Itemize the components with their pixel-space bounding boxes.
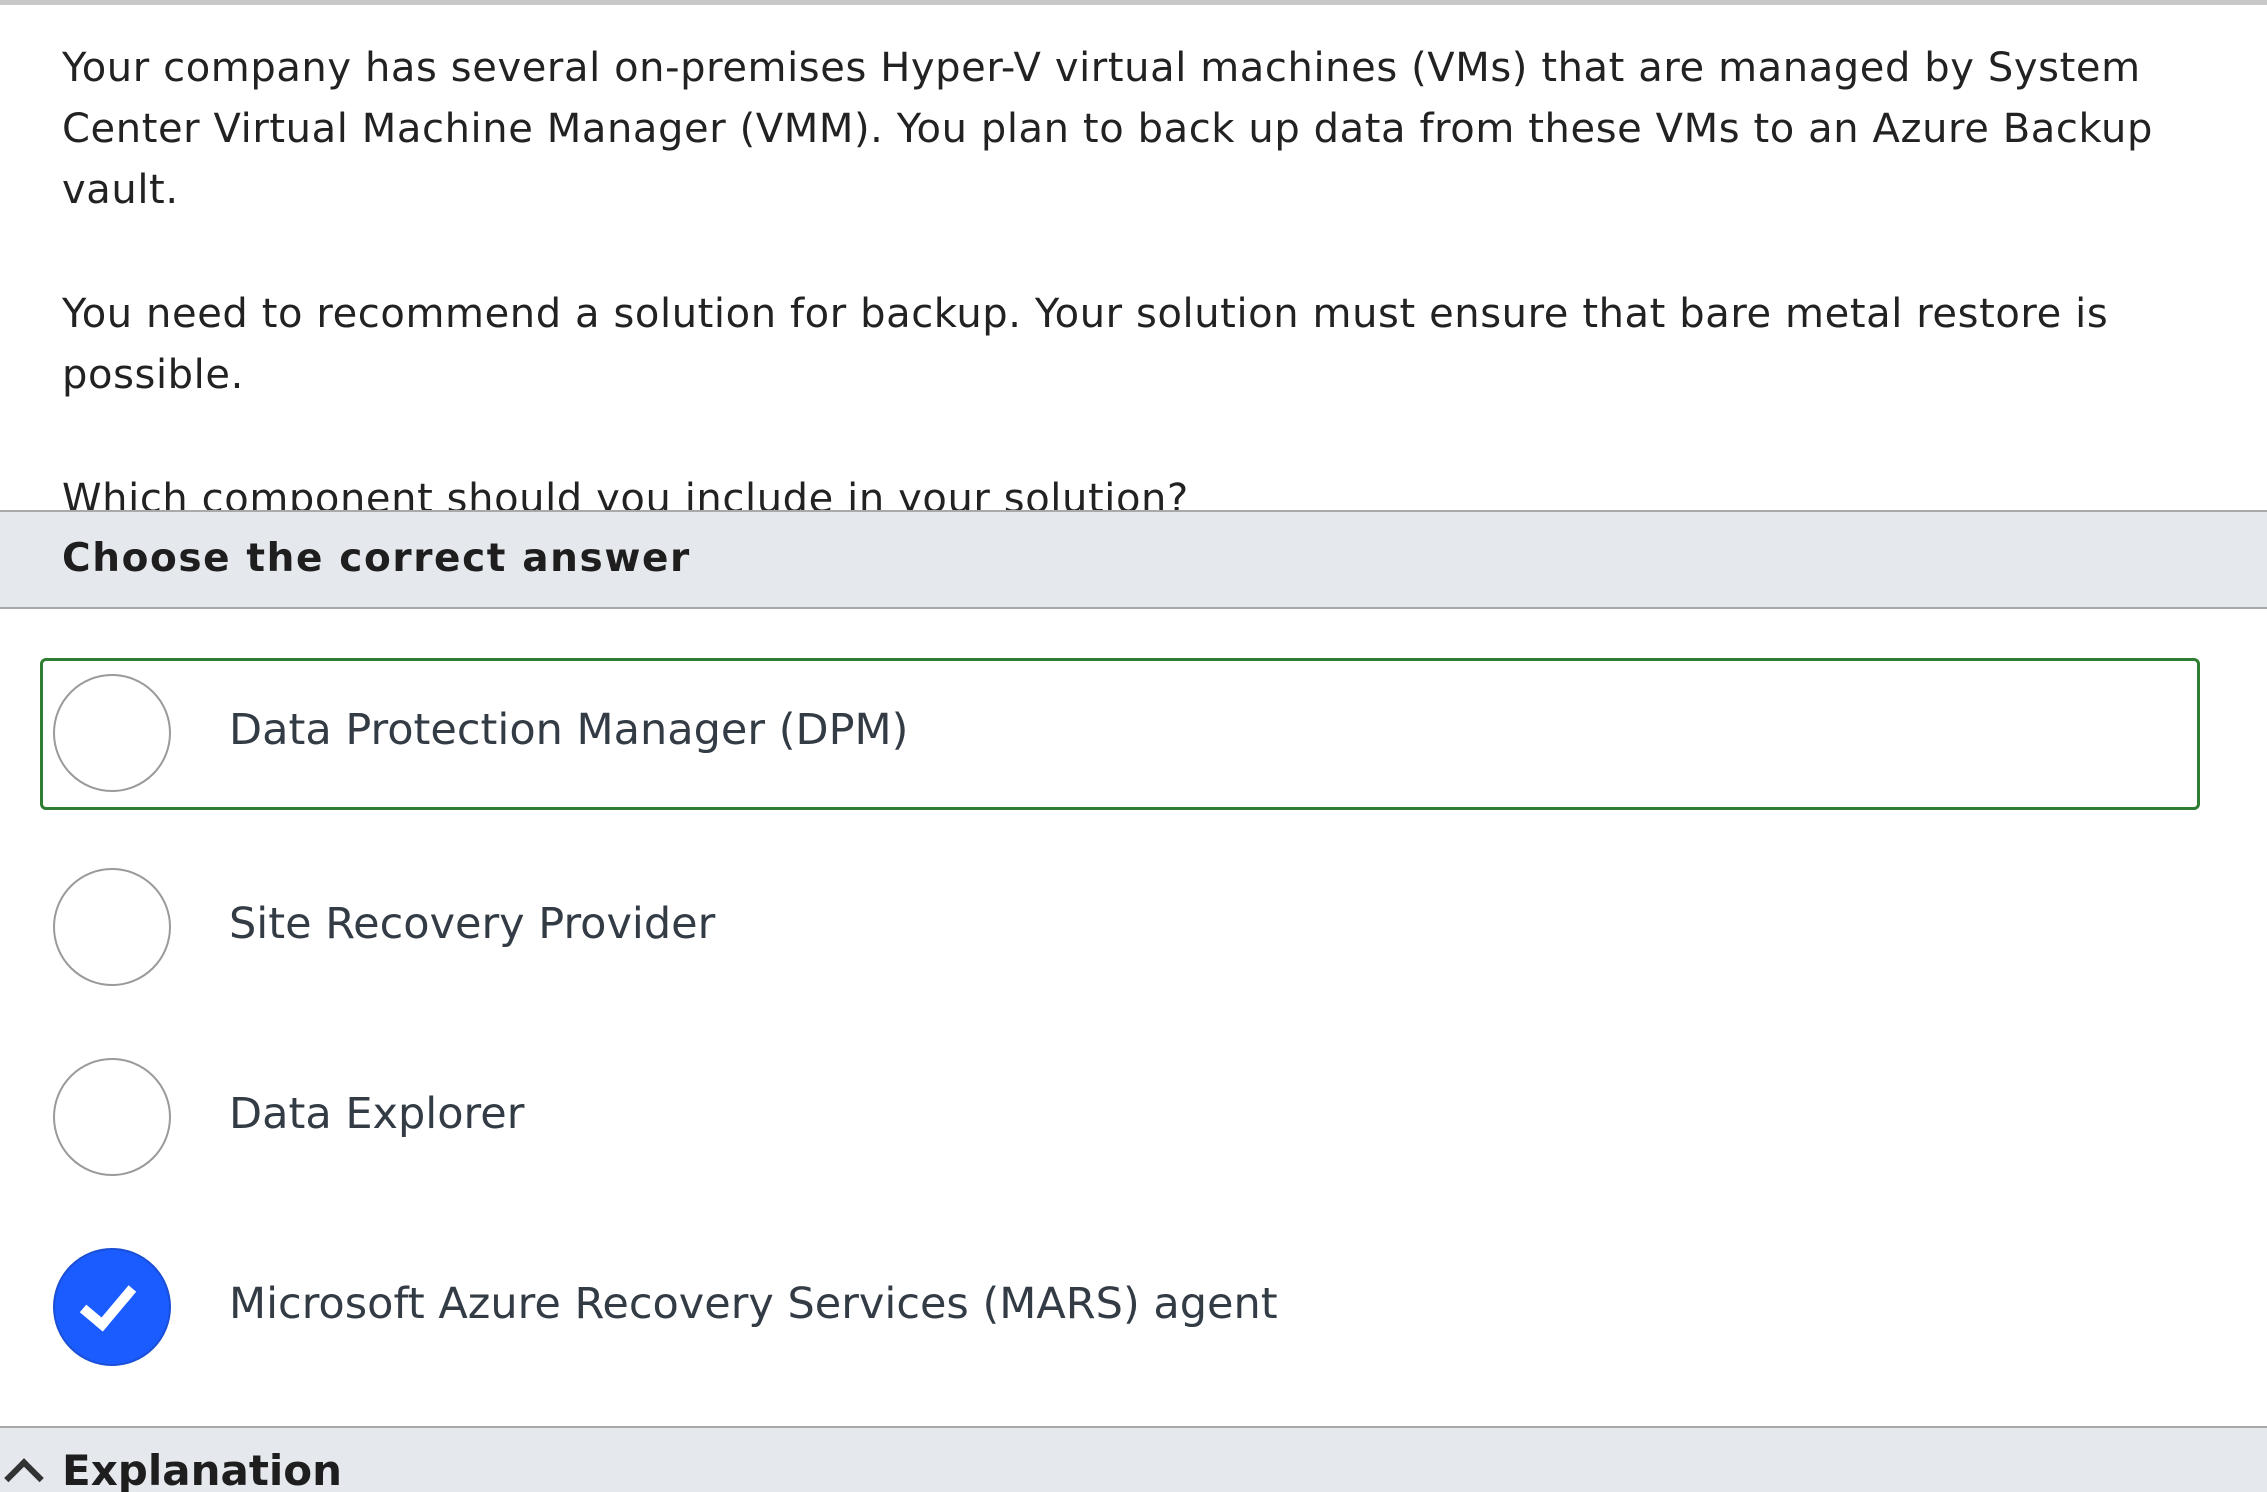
answer-option-label: Data Protection Manager (DPM) (229, 705, 909, 755)
answer-option-label: Data Explorer (229, 1089, 525, 1139)
chevron-up-icon[interactable] (4, 1458, 44, 1492)
quiz-page: Your company has several on-premises Hyp… (0, 0, 2267, 1492)
explanation-label: Explanation (62, 1446, 343, 1492)
answer-option-mars-agent[interactable]: Microsoft Azure Recovery Services (MARS)… (40, 1232, 2200, 1384)
question-paragraph-1: Your company has several on-premises Hyp… (62, 45, 2153, 213)
radio-button[interactable] (53, 674, 171, 792)
answer-option-data-explorer[interactable]: Data Explorer (40, 1042, 2200, 1194)
question-text: Your company has several on-premises Hyp… (62, 38, 2242, 530)
answer-section-title: Choose the correct answer (62, 536, 691, 581)
question-paragraph-2: You need to recommend a solution for bac… (62, 291, 2109, 398)
answer-option-dpm[interactable]: Data Protection Manager (DPM) (40, 658, 2200, 810)
answer-option-label: Microsoft Azure Recovery Services (MARS)… (229, 1279, 1278, 1329)
answer-option-label: Site Recovery Provider (229, 899, 716, 949)
answer-section-header: Choose the correct answer (0, 510, 2267, 609)
radio-button-checked[interactable] (53, 1248, 171, 1366)
radio-button[interactable] (53, 1058, 171, 1176)
radio-button[interactable] (53, 868, 171, 986)
top-divider (0, 0, 2267, 5)
answer-option-site-recovery-provider[interactable]: Site Recovery Provider (40, 852, 2200, 1004)
explanation-toggle[interactable]: Explanation (0, 1426, 2267, 1492)
